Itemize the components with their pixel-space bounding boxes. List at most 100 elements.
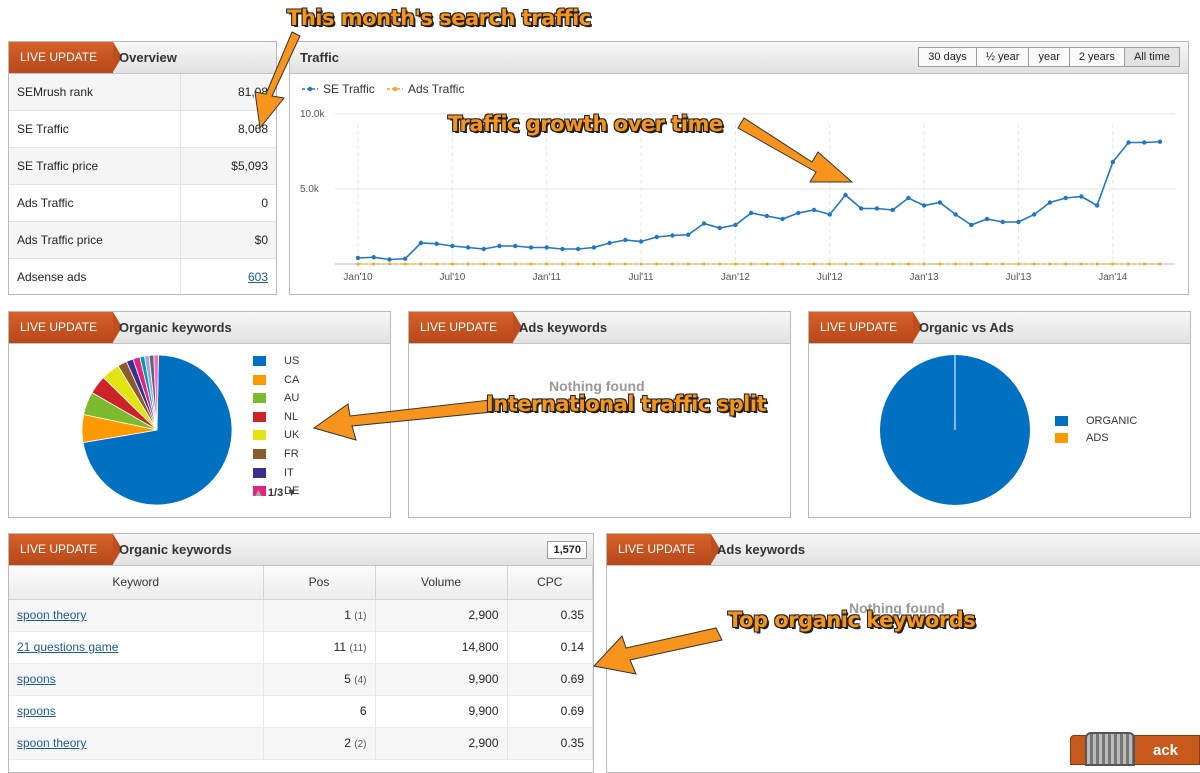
column-pos[interactable]: Pos xyxy=(263,566,376,600)
keywords-table: Keyword Pos Volume CPC spoon theory 1 (1… xyxy=(9,566,593,760)
column-cpc[interactable]: CPC xyxy=(507,566,593,600)
cpc-cell: 0.35 xyxy=(507,727,593,760)
legend-label: SE Traffic xyxy=(323,82,375,96)
live-update-badge[interactable]: LIVE UPDATE xyxy=(809,312,922,343)
live-update-badge[interactable]: LIVE UPDATE xyxy=(607,534,720,565)
keyword-link[interactable]: 21 questions game xyxy=(17,640,118,654)
data-point xyxy=(576,262,580,266)
data-point xyxy=(560,262,564,266)
row-value: 81,08 xyxy=(237,85,268,99)
pager-up-icon[interactable]: ▲ xyxy=(253,487,264,499)
x-tick-label: Jul'10 xyxy=(439,272,465,283)
keyword-count-badge[interactable]: 1,570 xyxy=(547,541,587,559)
data-point xyxy=(1032,262,1036,266)
legend-ads: ADS xyxy=(1055,432,1109,444)
data-point xyxy=(387,257,392,262)
keyword-link[interactable]: spoon theory xyxy=(17,608,86,622)
data-point xyxy=(812,262,816,266)
data-point xyxy=(513,262,517,266)
data-point xyxy=(434,241,439,246)
table-header-row: Keyword Pos Volume CPC xyxy=(9,566,593,600)
overview-row: Adsense ads 603 xyxy=(9,259,276,296)
range-all-time-button[interactable]: All time xyxy=(1124,48,1179,66)
prev-pos: (2) xyxy=(354,739,367,750)
data-point xyxy=(482,262,486,266)
keyword-link[interactable]: spoon theory xyxy=(17,736,86,750)
data-point xyxy=(843,262,847,266)
data-point xyxy=(513,243,518,249)
keyword-cell: spoons xyxy=(9,663,264,696)
adsense-ads-link[interactable]: 603 xyxy=(248,270,268,284)
row-label: SE Traffic xyxy=(9,111,181,147)
feedback-button[interactable]: ack xyxy=(1070,732,1200,766)
column-keyword[interactable]: Keyword xyxy=(9,566,264,600)
x-tick-label: Jan'13 xyxy=(910,272,940,283)
keyword-link[interactable]: spoons xyxy=(17,672,56,686)
range-half-year-button[interactable]: ½ year xyxy=(976,48,1030,66)
data-point xyxy=(623,237,628,243)
data-point xyxy=(1158,262,1162,266)
overview-row: SEMrush rank 81,08 xyxy=(9,74,276,111)
data-point xyxy=(529,262,533,266)
data-point xyxy=(781,262,785,266)
cpc-cell: 0.69 xyxy=(507,663,593,696)
data-point xyxy=(733,262,737,266)
pos-value: 6 xyxy=(359,704,367,718)
trash-icon xyxy=(1085,732,1135,766)
panel-title: Ads keywords xyxy=(717,542,806,557)
row-value: $0 xyxy=(254,233,268,247)
volume-cell: 9,900 xyxy=(375,695,508,728)
row-label: SEMrush rank xyxy=(9,74,181,110)
live-update-badge[interactable]: LIVE UPDATE xyxy=(9,534,122,565)
ads-keywords-header: LIVE UPDATE Ads keywords xyxy=(409,312,790,344)
data-point xyxy=(859,206,864,211)
row-label: SE Traffic price xyxy=(9,148,181,184)
data-point xyxy=(545,262,549,266)
data-point xyxy=(481,246,487,252)
live-update-badge[interactable]: LIVE UPDATE xyxy=(9,312,122,343)
column-volume[interactable]: Volume xyxy=(375,566,508,600)
data-point xyxy=(938,262,942,266)
x-tick-label: Jan'14 xyxy=(1098,272,1128,283)
legend-label: US xyxy=(284,355,300,367)
range-year-button[interactable]: year xyxy=(1029,48,1070,66)
data-point xyxy=(985,262,989,266)
pos-value: 5 xyxy=(344,672,351,686)
pos-cell: 6 xyxy=(263,695,376,728)
data-point xyxy=(1142,140,1147,145)
data-point xyxy=(1031,212,1037,217)
overview-row: SE Traffic 8,068 xyxy=(9,111,276,148)
data-point xyxy=(859,262,863,266)
overview-header: LIVE UPDATE Overview xyxy=(9,42,276,74)
data-point xyxy=(765,262,769,266)
data-point xyxy=(796,262,800,266)
data-point xyxy=(906,195,911,201)
keyword-cell: spoons xyxy=(9,695,264,728)
data-point xyxy=(623,262,627,266)
data-point xyxy=(403,262,407,266)
traffic-panel: Traffic 30 days ½ year year 2 years All … xyxy=(289,41,1189,295)
data-point xyxy=(1063,195,1068,201)
row-label: Adsense ads xyxy=(9,259,181,296)
data-point xyxy=(1095,262,1099,266)
row-value: 8,068 xyxy=(237,122,268,136)
x-tick-label: Jul'11 xyxy=(629,272,655,283)
data-point xyxy=(371,255,376,260)
data-point xyxy=(954,262,958,266)
pager-label: 1/3 xyxy=(267,487,284,499)
range-2-years-button[interactable]: 2 years xyxy=(1069,48,1125,66)
live-update-badge[interactable]: LIVE UPDATE xyxy=(9,42,122,73)
data-point xyxy=(843,192,848,198)
organic-pie-header: LIVE UPDATE Organic keywords xyxy=(9,312,390,344)
keyword-link[interactable]: spoons xyxy=(17,704,56,718)
panel-title: Organic keywords xyxy=(119,542,232,557)
legend-swatch xyxy=(253,430,266,441)
data-point xyxy=(466,262,470,266)
range-30-days-button[interactable]: 30 days xyxy=(919,48,977,66)
data-point xyxy=(796,210,801,216)
data-point xyxy=(670,233,675,238)
annotation-monthly-traffic: This month's search traffic xyxy=(287,6,591,30)
pager-down-icon[interactable]: ▼ xyxy=(286,487,297,499)
live-update-badge[interactable]: LIVE UPDATE xyxy=(409,312,522,343)
x-tick-label: Jan'12 xyxy=(721,272,751,283)
